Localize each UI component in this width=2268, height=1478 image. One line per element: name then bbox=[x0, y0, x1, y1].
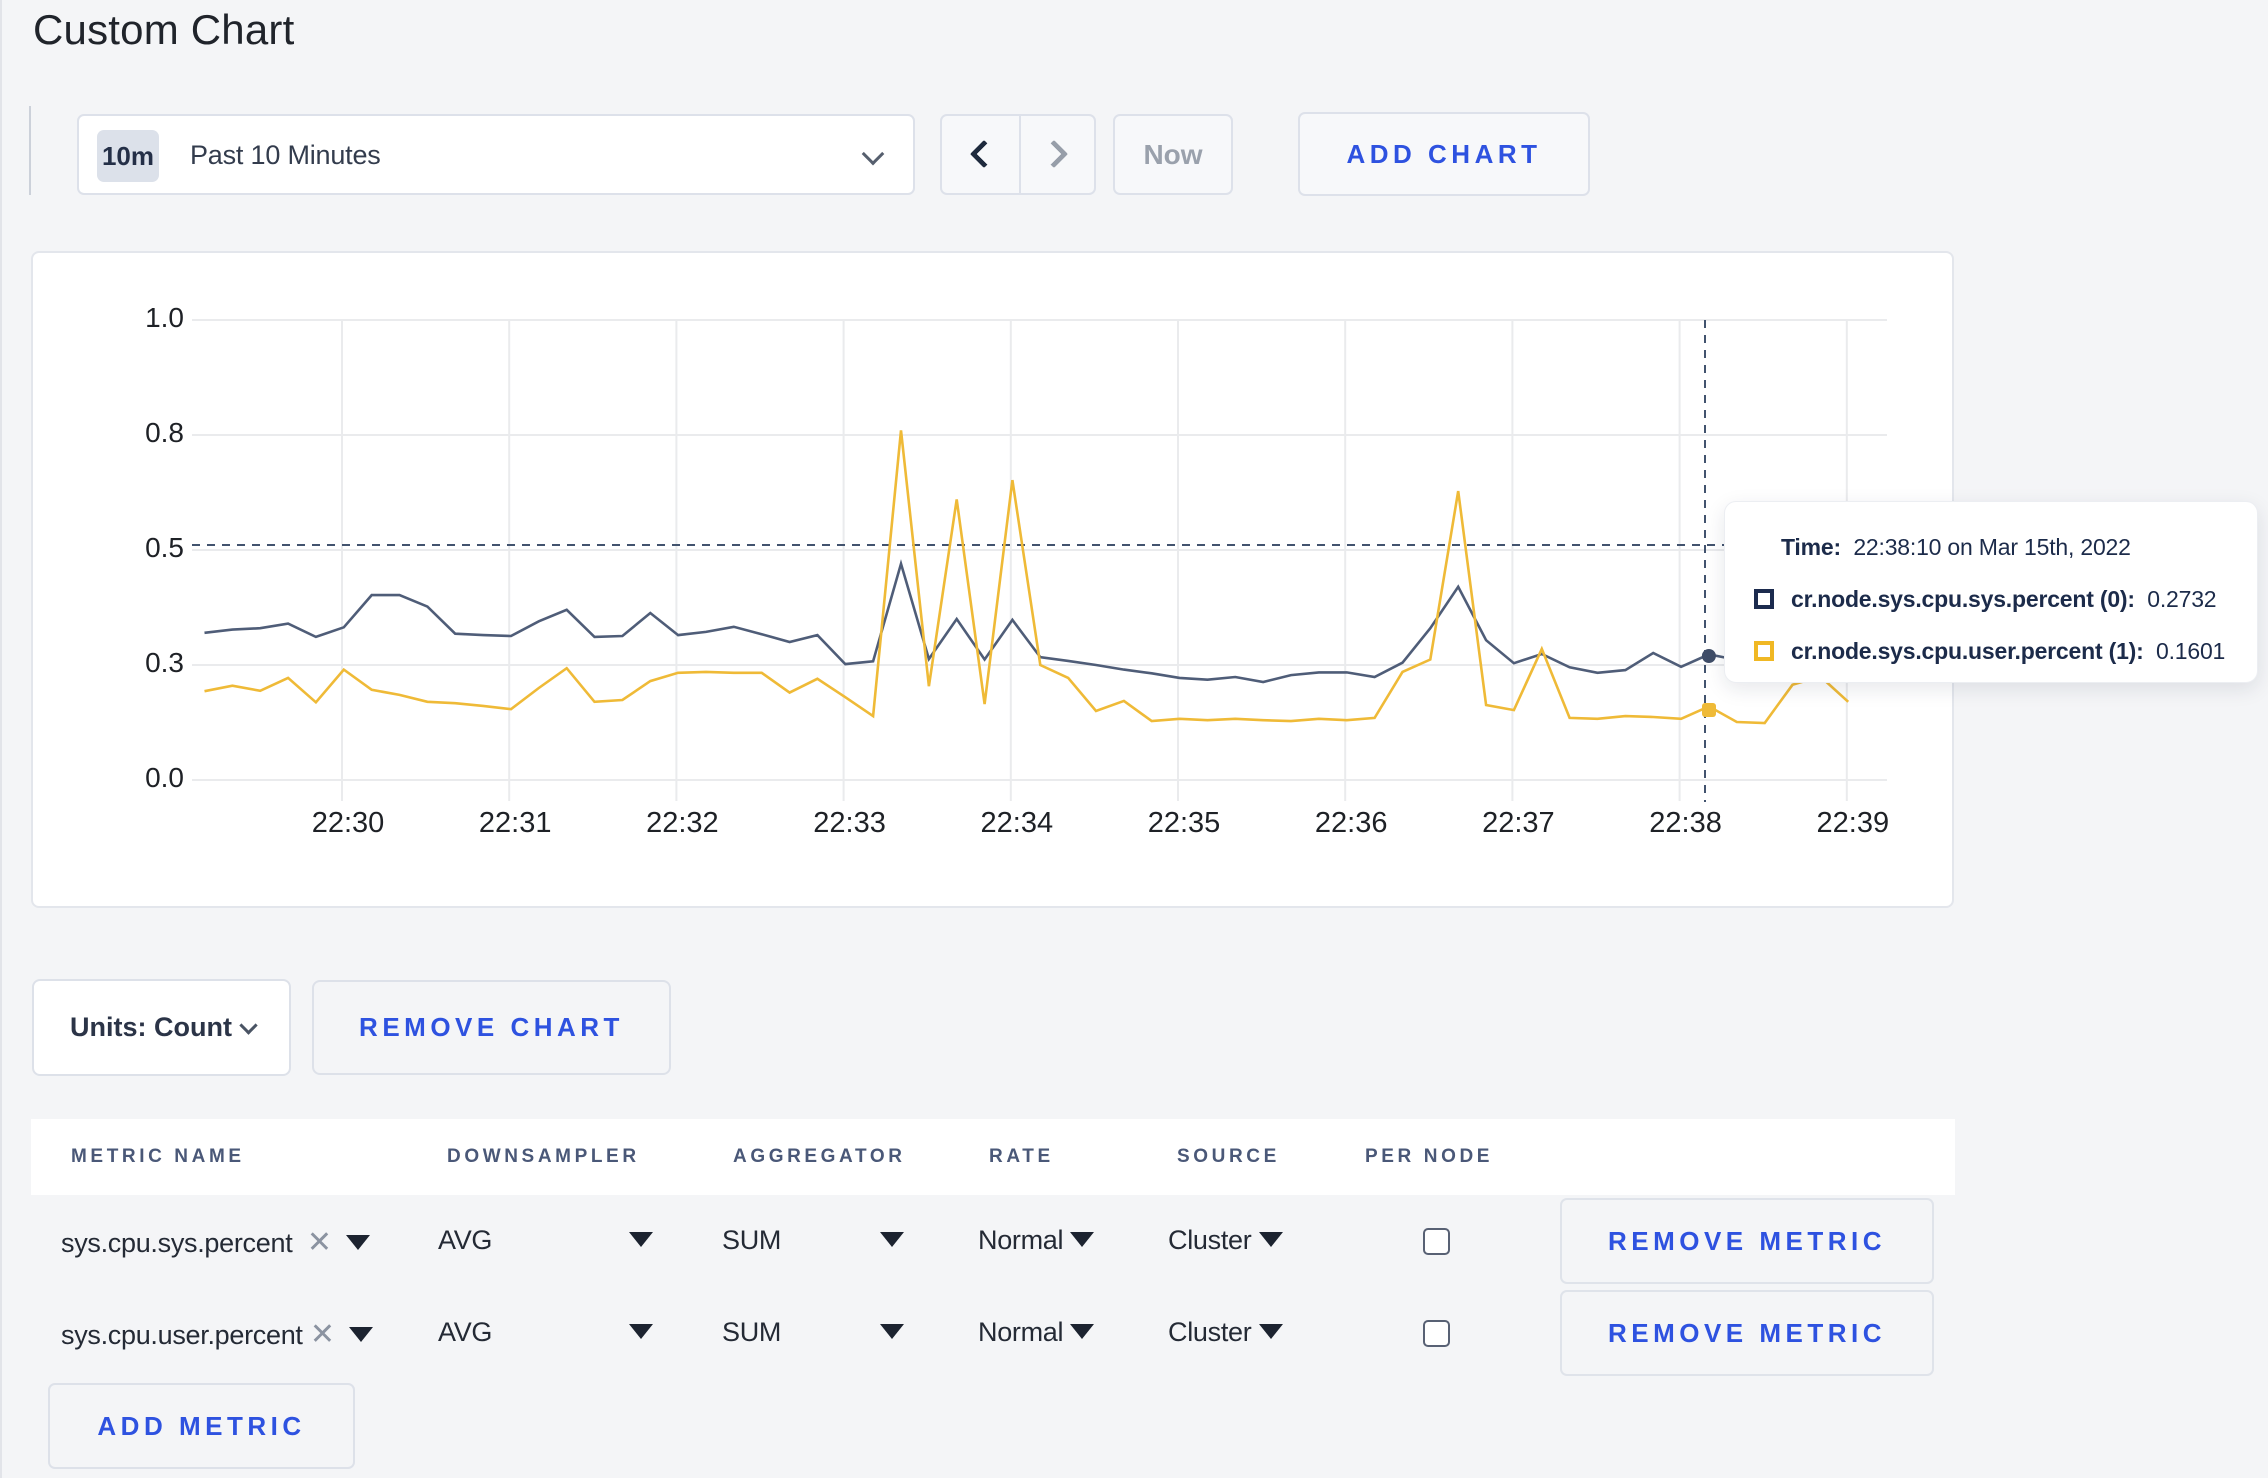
svg-text:22:33: 22:33 bbox=[813, 807, 886, 839]
svg-text:22:34: 22:34 bbox=[981, 807, 1054, 839]
svg-text:22:36: 22:36 bbox=[1315, 807, 1388, 839]
svg-text:22:30: 22:30 bbox=[312, 807, 385, 839]
svg-text:0.3: 0.3 bbox=[145, 647, 184, 678]
svg-text:0.5: 0.5 bbox=[145, 532, 184, 563]
svg-text:22:37: 22:37 bbox=[1482, 807, 1555, 839]
svg-text:22:38: 22:38 bbox=[1649, 807, 1722, 839]
svg-text:22:32: 22:32 bbox=[646, 807, 719, 839]
svg-text:22:35: 22:35 bbox=[1148, 807, 1221, 839]
svg-text:0.8: 0.8 bbox=[145, 417, 184, 448]
svg-text:0.0: 0.0 bbox=[145, 762, 184, 793]
svg-text:22:39: 22:39 bbox=[1817, 807, 1890, 839]
svg-text:22:31: 22:31 bbox=[479, 807, 552, 839]
svg-text:1.0: 1.0 bbox=[145, 302, 184, 333]
